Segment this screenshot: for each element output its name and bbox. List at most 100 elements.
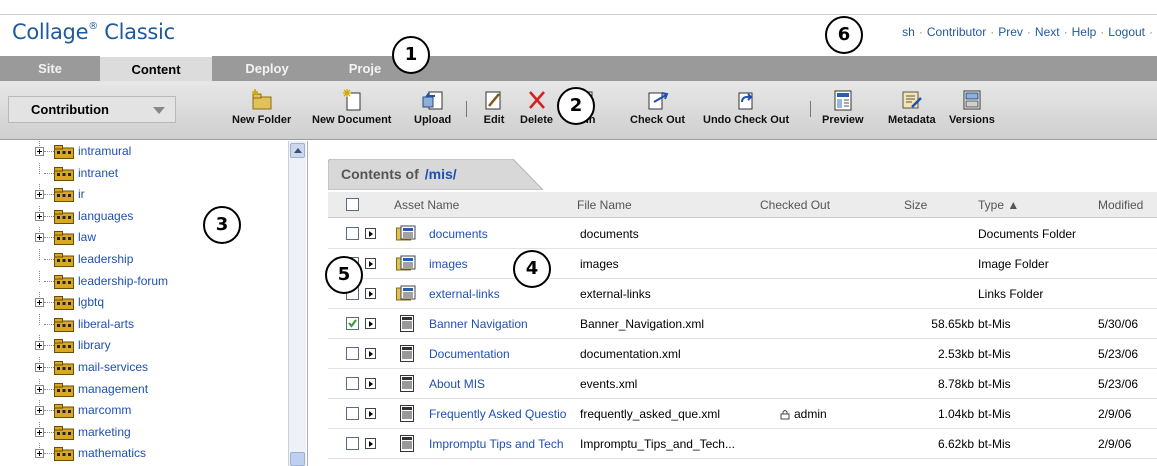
- col-file-name[interactable]: File Name: [577, 198, 632, 212]
- tree-item[interactable]: liberal-arts: [0, 313, 288, 334]
- tree-item-label[interactable]: library: [78, 338, 111, 352]
- tree-item-label[interactable]: lgbtq: [78, 295, 104, 309]
- col-modified[interactable]: Modified: [1098, 198, 1143, 212]
- asset-name-link[interactable]: Frequently Asked Questio: [429, 407, 578, 421]
- tree-item[interactable]: lgbtq: [0, 292, 288, 312]
- undo-check-out-button[interactable]: Undo Check Out: [703, 89, 789, 126]
- tree-item[interactable]: intranet: [0, 162, 288, 183]
- link-prev[interactable]: Prev: [998, 25, 1023, 39]
- asset-name-link[interactable]: external-links: [429, 287, 578, 301]
- new-document-button[interactable]: New Document: [312, 89, 391, 126]
- expand-plus-icon[interactable]: [35, 233, 44, 243]
- table-row[interactable]: Banner Navigation Banner_Navigation.xml 58…: [328, 309, 1157, 339]
- row-menu-arrow-icon[interactable]: [365, 288, 376, 299]
- select-all-checkbox[interactable]: [346, 198, 359, 211]
- row-checkbox[interactable]: [346, 407, 359, 420]
- link-logout[interactable]: Logout: [1108, 25, 1145, 39]
- tab-project[interactable]: Proje: [330, 56, 400, 81]
- table-row[interactable]: images images Image Folder: [328, 249, 1157, 279]
- table-row[interactable]: Frequently Asked Questio frequently_asked…: [328, 399, 1157, 429]
- current-path[interactable]: /mis/: [425, 166, 457, 182]
- row-menu-arrow-icon[interactable]: [365, 318, 376, 329]
- tree-item-label[interactable]: marketing: [78, 425, 131, 439]
- check-out-button[interactable]: Check Out: [630, 89, 685, 126]
- tree-item[interactable]: library: [0, 335, 288, 355]
- col-checked-out[interactable]: Checked Out: [760, 198, 830, 212]
- tab-site[interactable]: Site: [0, 56, 100, 81]
- upload-button[interactable]: Upload: [414, 89, 451, 126]
- row-checkbox[interactable]: [346, 437, 359, 450]
- row-menu-arrow-icon[interactable]: [365, 228, 376, 239]
- row-menu-arrow-icon[interactable]: [365, 348, 376, 359]
- tree-item-label[interactable]: mathematics: [78, 446, 146, 460]
- tree-item-label[interactable]: intranet: [78, 166, 118, 180]
- row-menu-arrow-icon[interactable]: [365, 258, 376, 269]
- table-row[interactable]: Documentation documentation.xml 2.53kb bt-M…: [328, 339, 1157, 369]
- table-row[interactable]: external-links external-links Links Folder: [328, 279, 1157, 309]
- expand-plus-icon[interactable]: [35, 298, 44, 308]
- asset-name-link[interactable]: Documentation: [429, 347, 578, 361]
- table-row[interactable]: About MIS events.xml 8.78kb bt-Mis 5/23/06: [328, 369, 1157, 399]
- expand-plus-icon[interactable]: [35, 341, 44, 351]
- row-checkbox[interactable]: [346, 377, 359, 390]
- metadata-button[interactable]: Metadata: [888, 89, 936, 126]
- expand-plus-icon[interactable]: [35, 211, 44, 221]
- row-checkbox[interactable]: [346, 227, 359, 240]
- expand-plus-icon[interactable]: [35, 190, 44, 200]
- tree-item[interactable]: marcomm: [0, 400, 288, 420]
- tree-item-label[interactable]: liberal-arts: [78, 317, 134, 331]
- link-help[interactable]: Help: [1072, 25, 1097, 39]
- tree-item-label[interactable]: ir: [78, 187, 85, 201]
- tree-item[interactable]: intramural: [0, 141, 288, 161]
- tree-item-label[interactable]: law: [78, 230, 96, 244]
- tree-item[interactable]: management: [0, 378, 288, 399]
- asset-name-link[interactable]: documents: [429, 227, 578, 241]
- expand-plus-icon[interactable]: [35, 363, 44, 372]
- tree-item[interactable]: mathematics: [0, 443, 288, 463]
- table-row[interactable]: Impromptu Tips and Tech Impromptu_Tips_an…: [328, 429, 1157, 459]
- tree-item-label[interactable]: intramural: [78, 144, 131, 158]
- tree-item[interactable]: mail-services: [0, 357, 288, 377]
- col-size[interactable]: Size: [904, 198, 927, 212]
- asset-name-link[interactable]: images: [429, 257, 578, 271]
- expand-plus-icon[interactable]: [35, 427, 44, 437]
- row-menu-arrow-icon[interactable]: [365, 438, 376, 449]
- tree-scrollbar[interactable]: [288, 141, 306, 466]
- tree-item-label[interactable]: leadership-forum: [78, 274, 168, 288]
- tree-item-label[interactable]: languages: [78, 209, 133, 223]
- link-contributor[interactable]: Contributor: [927, 25, 986, 39]
- tree-item[interactable]: leadership-forum: [0, 270, 288, 291]
- asset-name-link[interactable]: Impromptu Tips and Tech: [429, 437, 578, 451]
- edit-button[interactable]: Edit: [482, 89, 506, 126]
- table-row[interactable]: documents documents Documents Folder: [328, 219, 1157, 249]
- link-next[interactable]: Next: [1035, 25, 1060, 39]
- preview-button[interactable]: Preview: [822, 89, 864, 126]
- row-menu-arrow-icon[interactable]: [365, 378, 376, 389]
- tree-item-label[interactable]: mail-services: [78, 360, 148, 374]
- tree-item[interactable]: law: [0, 227, 288, 247]
- expand-plus-icon[interactable]: [35, 147, 44, 156]
- scrollbar-thumb[interactable]: [290, 452, 305, 466]
- tree-item[interactable]: languages: [0, 205, 288, 226]
- col-type[interactable]: Type ▲: [978, 198, 1019, 212]
- versions-button[interactable]: Versions: [949, 89, 995, 126]
- tab-deploy[interactable]: Deploy: [212, 56, 322, 81]
- expand-plus-icon[interactable]: [35, 406, 44, 416]
- mode-dropdown[interactable]: Contribution: [8, 96, 176, 123]
- row-checkbox[interactable]: [346, 317, 359, 330]
- tree-item[interactable]: leadership: [0, 249, 288, 269]
- col-asset-name[interactable]: Asset Name: [394, 198, 459, 212]
- scroll-up-icon[interactable]: [290, 143, 305, 158]
- tree-item-label[interactable]: leadership: [78, 252, 133, 266]
- tree-item-label[interactable]: marcomm: [78, 403, 131, 417]
- new-folder-button[interactable]: New Folder: [232, 89, 291, 126]
- row-checkbox[interactable]: [346, 347, 359, 360]
- delete-button[interactable]: Delete: [520, 89, 553, 126]
- tree-item-label[interactable]: management: [78, 382, 148, 396]
- row-menu-arrow-icon[interactable]: [365, 408, 376, 419]
- tree-item[interactable]: ir: [0, 184, 288, 204]
- expand-plus-icon[interactable]: [35, 449, 44, 459]
- link-publish[interactable]: sh: [902, 25, 915, 39]
- tab-content[interactable]: Content: [100, 56, 212, 81]
- expand-plus-icon[interactable]: [35, 384, 44, 394]
